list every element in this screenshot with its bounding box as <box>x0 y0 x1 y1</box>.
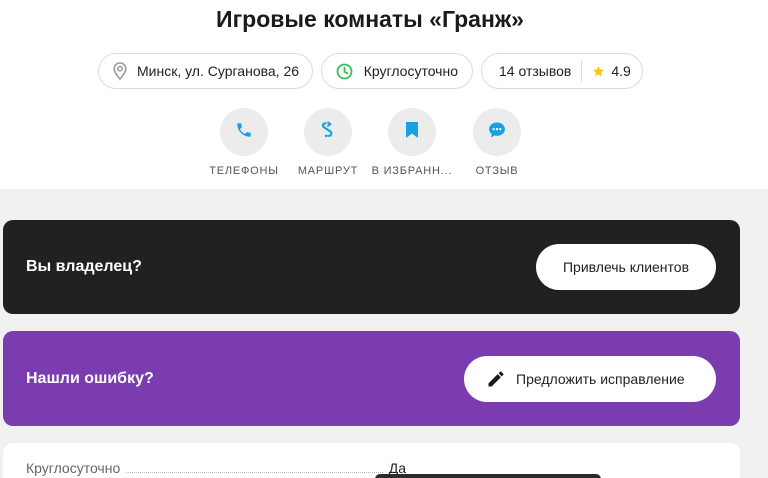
review-button[interactable] <box>473 108 521 156</box>
bookmark-icon <box>405 121 419 144</box>
chat-bubble-icon <box>487 120 507 145</box>
route-button[interactable] <box>304 108 352 156</box>
reviews-count[interactable]: 14 отзывов <box>482 54 581 88</box>
favorites-button[interactable] <box>388 108 436 156</box>
review-action[interactable]: Отзыв <box>447 108 547 177</box>
rating[interactable]: 4.9 <box>582 54 631 88</box>
pencil-icon <box>486 369 506 389</box>
header: Игровые комнаты «Гранж» Минск, ул. Сурга… <box>0 0 768 189</box>
error-card: Нашли ошибку? Предложить исправление <box>3 331 740 426</box>
phones-button[interactable] <box>220 108 268 156</box>
owner-card: Вы владелец? Привлечь клиентов <box>3 220 740 314</box>
error-question: Нашли ошибку? <box>26 369 154 387</box>
info-panel: Круглосуточно Да <box>3 443 740 478</box>
dotted-leader <box>126 472 383 473</box>
suggest-correction-button[interactable]: Предложить исправление <box>464 355 716 402</box>
rating-value: 4.9 <box>611 63 631 79</box>
page-title: Игровые комнаты «Гранж» <box>216 6 524 32</box>
hours-chip[interactable]: Круглосуточно <box>321 53 473 89</box>
phone-icon <box>235 121 253 144</box>
info-row-label: Круглосуточно <box>26 460 121 476</box>
info-row: Круглосуточно Да <box>26 460 406 476</box>
route-icon <box>318 120 338 145</box>
star-icon <box>592 65 605 78</box>
owner-question: Вы владелец? <box>26 258 142 275</box>
address-chip[interactable]: Минск, ул. Сурганова, 26 <box>98 53 313 89</box>
reviews-chip[interactable]: 14 отзывов 4.9 <box>481 53 643 89</box>
horizontal-scrollbar[interactable] <box>375 474 601 478</box>
suggest-correction-label: Предложить исправление <box>516 370 685 387</box>
attract-clients-button[interactable]: Привлечь клиентов <box>536 244 716 290</box>
hours-text: Круглосуточно <box>363 63 458 79</box>
location-pin-icon <box>113 62 127 80</box>
address-text: Минск, ул. Сурганова, 26 <box>137 63 300 79</box>
review-label: Отзыв <box>475 165 519 177</box>
clock-icon <box>336 62 354 80</box>
